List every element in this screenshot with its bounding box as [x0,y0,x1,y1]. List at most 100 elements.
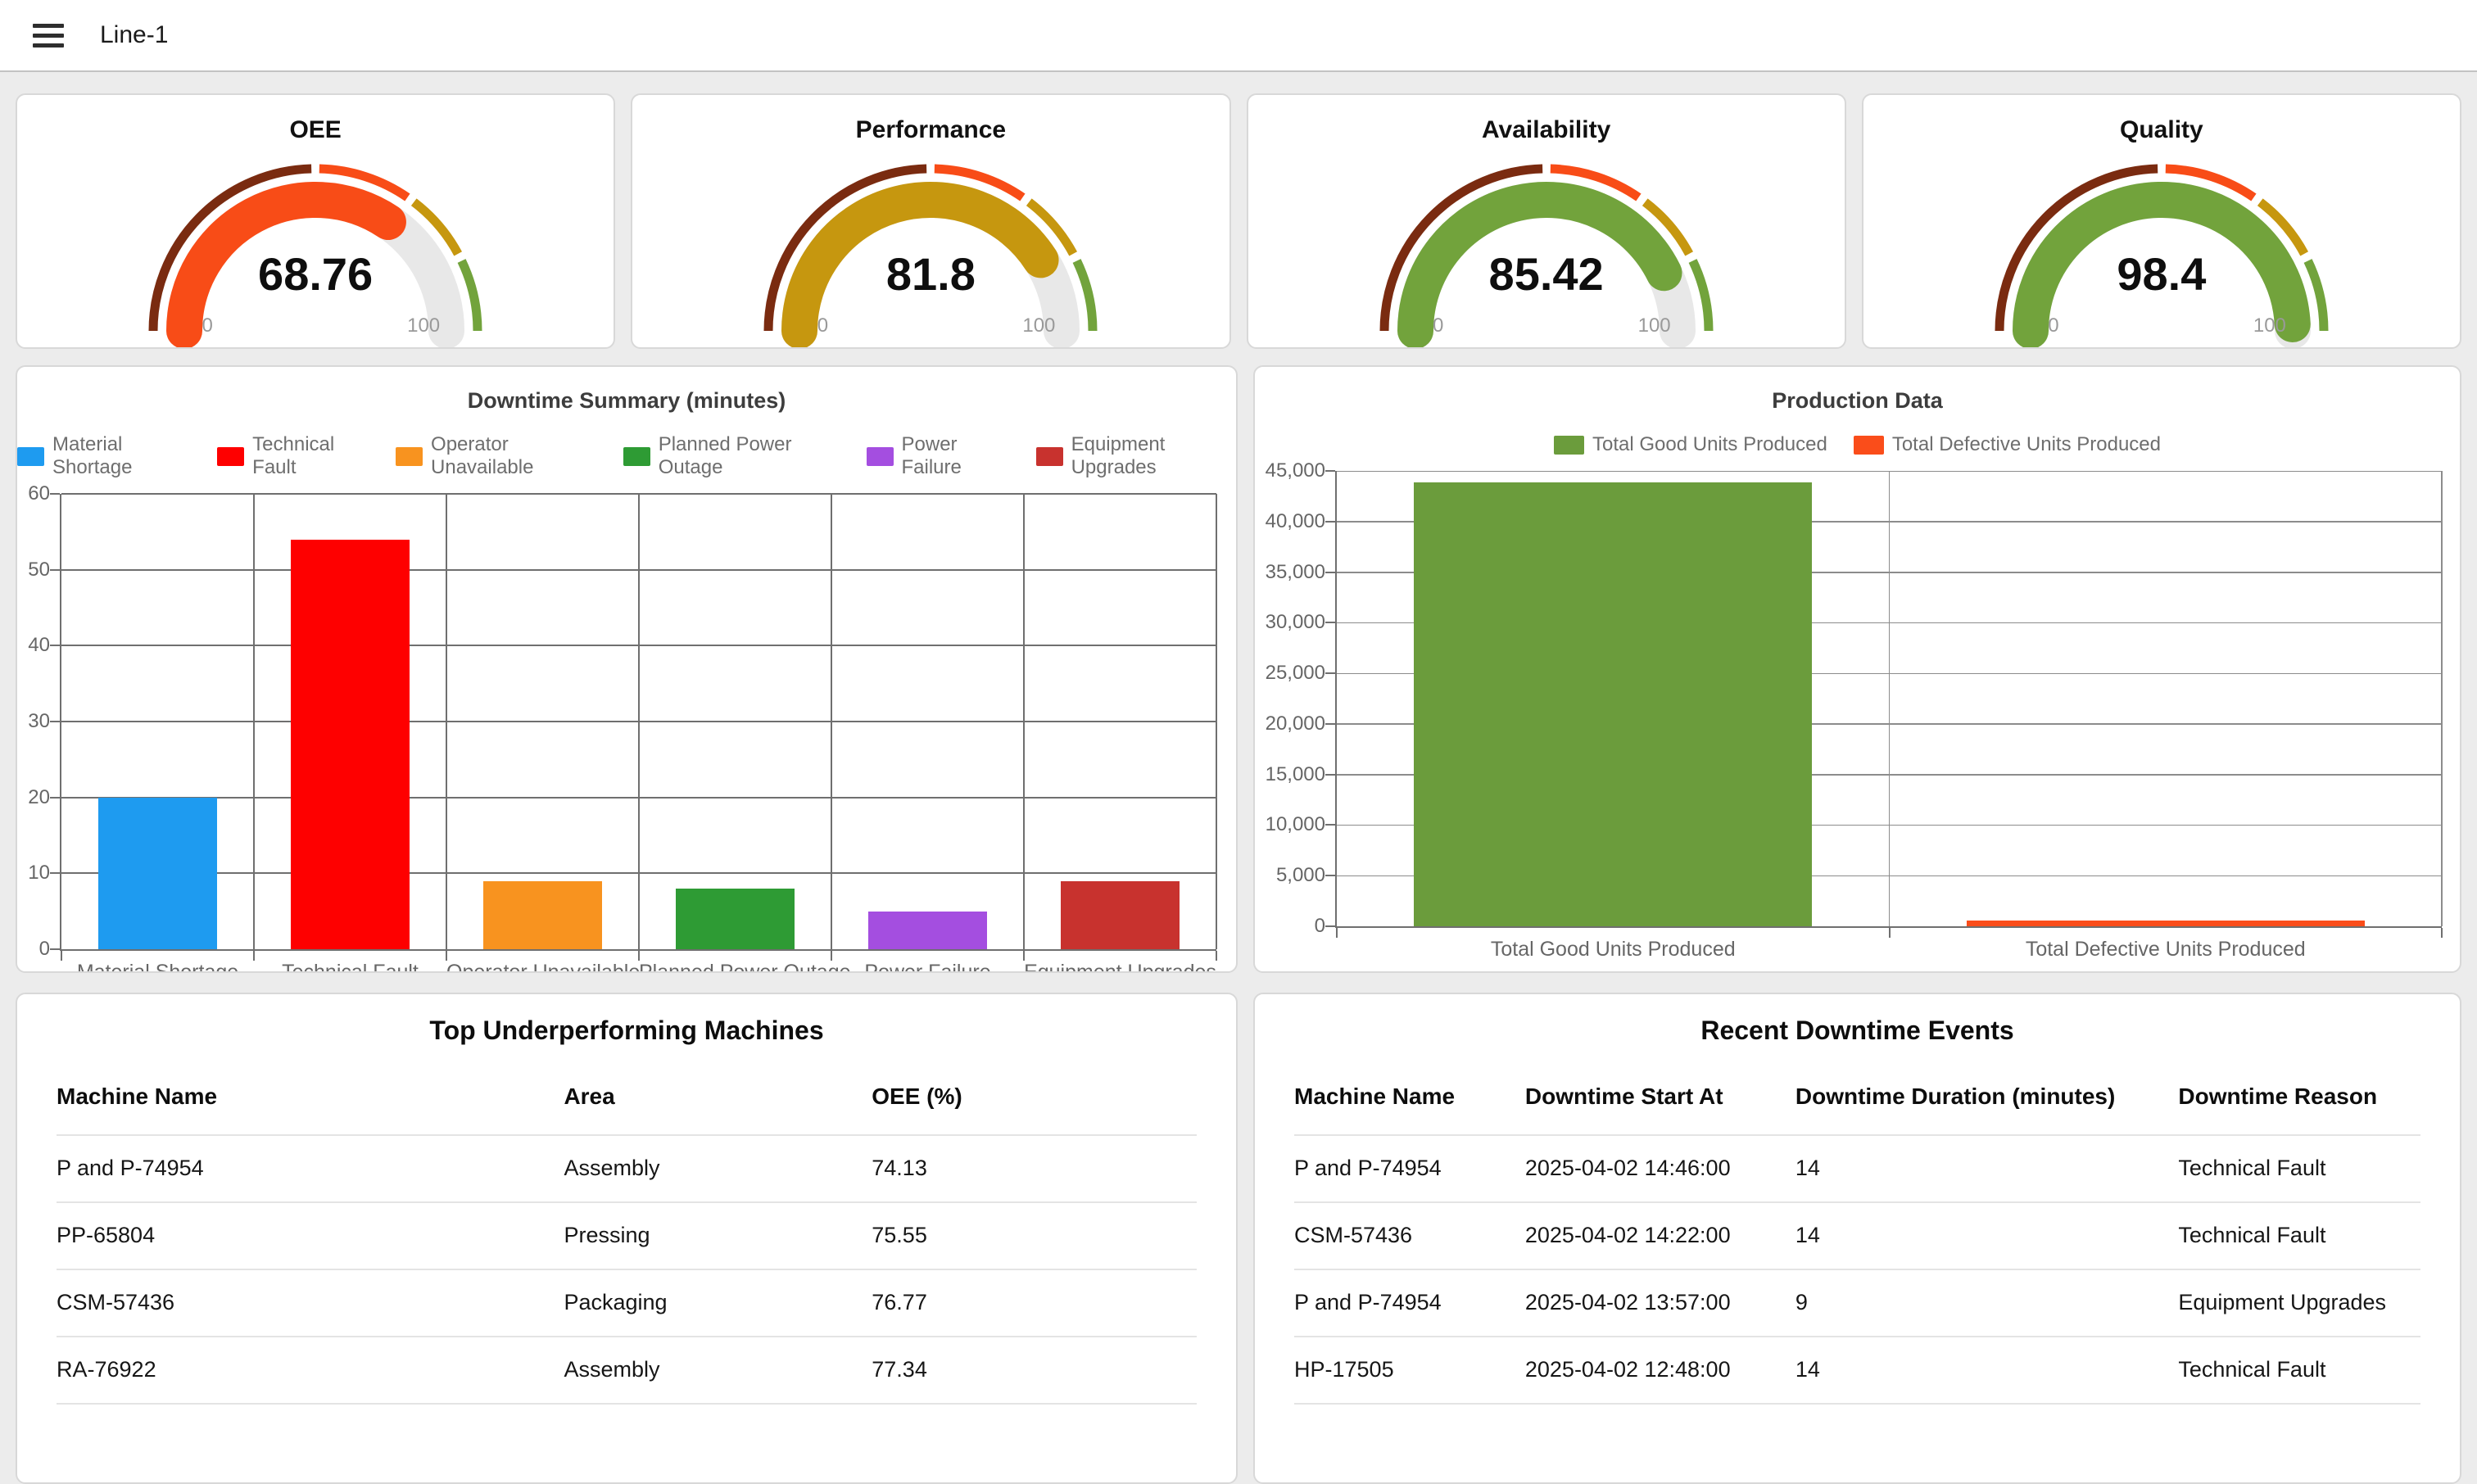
bar-total-defective-units-produced[interactable] [1967,921,2365,926]
column-header: OEE (%) [872,1056,1197,1135]
grid-line-vertical [1023,494,1025,949]
table-cell: 76.77 [872,1269,1197,1337]
table-cell: 14 [1795,1135,2179,1202]
y-axis-label: 45,000 [1266,460,1325,482]
legend-label: Operator Unavailable [431,433,597,479]
legend-item[interactable]: Operator Unavailable [396,433,597,479]
y-axis-label: 50 [28,559,50,581]
legend-item[interactable]: Equipment Upgrades [1036,433,1236,479]
legend-item[interactable]: Planned Power Outage [623,433,840,479]
y-axis-tick [1325,572,1335,573]
legend-swatch [396,447,423,466]
grid-line-vertical [2441,471,2443,926]
x-axis-tick [1023,951,1025,961]
column-header: Downtime Reason [2178,1056,2420,1135]
bar-material-shortage[interactable] [98,798,218,949]
y-axis-tick [1325,470,1335,472]
table-header-row: Machine NameAreaOEE (%) [57,1056,1197,1135]
y-axis-tick [50,948,60,950]
x-axis-tick [253,951,255,961]
bar-total-good-units-produced[interactable] [1414,482,1812,926]
table-cell: HP-17505 [1294,1337,1525,1404]
top-bar: Line-1 [0,0,2477,72]
x-axis-label: Technical Fault [254,961,446,973]
y-axis-tick [1325,521,1335,523]
x-axis-label: Material Shortage [61,961,254,973]
legend-label: Material Shortage [52,433,191,479]
legend-swatch [1854,436,1884,455]
legend-item[interactable]: Technical Fault [217,433,369,479]
gauge: 85.42 0 100 [1366,151,1727,336]
gauge-title: OEE [289,116,341,144]
gauge-arc-svg [750,151,1111,336]
table-row: HP-175052025-04-02 12:48:0014Technical F… [1294,1337,2420,1404]
x-axis-label: Equipment Upgrades [1024,961,1216,973]
legend-swatch [217,447,244,466]
y-axis-label: 35,000 [1266,562,1325,583]
production-data-plot-area: 05,00010,00015,00020,00025,00030,00035,0… [1335,471,2442,928]
legend-swatch [17,447,44,466]
dashboard-page: OEE 68.76 0 100 Performance 81.8 0 100 A… [0,93,2477,1484]
table-cell: RA-76922 [57,1337,564,1404]
table-cell: P and P-74954 [1294,1135,1525,1202]
grid-line-vertical [1216,494,1217,949]
bar-planned-power-outage[interactable] [676,889,795,949]
table-title: Top Underperforming Machines [17,1016,1236,1046]
y-axis-tick [50,493,60,495]
x-axis-tick [638,951,640,961]
column-header: Downtime Duration (minutes) [1795,1056,2179,1135]
table-cell: CSM-57436 [57,1269,564,1337]
y-axis-tick [1325,875,1335,876]
table-cell: 2025-04-02 12:48:00 [1525,1337,1795,1404]
table-cell: PP-65804 [57,1202,564,1269]
y-axis-tick [1325,925,1335,927]
gauge-value: 98.4 [1981,247,2342,301]
column-header: Machine Name [57,1056,564,1135]
gauge-min-label: 0 [183,314,232,337]
bar-power-failure[interactable] [868,912,988,949]
legend-label: Total Defective Units Produced [1892,433,2161,456]
table-cards-row: Top Underperforming Machines Machine Nam… [16,993,2461,1484]
legend-item[interactable]: Power Failure [867,433,1010,479]
y-axis-label: 0 [1315,916,1325,937]
legend-swatch [1554,436,1584,455]
legend-label: Power Failure [902,433,1010,479]
bar-operator-unavailable[interactable] [483,881,603,949]
hamburger-menu-icon[interactable] [33,24,64,48]
x-axis-tick [1216,951,1217,961]
gauge: 81.8 0 100 [750,151,1111,336]
x-axis-label: Total Good Units Produced [1337,938,1890,961]
legend-item[interactable]: Total Defective Units Produced [1854,433,2161,456]
legend-item[interactable]: Material Shortage [17,433,191,479]
table-row: P and P-749542025-04-02 13:57:009Equipme… [1294,1269,2420,1337]
chart-legend: Total Good Units Produced Total Defective… [1255,433,2460,456]
legend-label: Planned Power Outage [659,433,840,479]
gauge-min-label: 0 [1414,314,1463,337]
table-cell: 14 [1795,1337,2179,1404]
gauge: 98.4 0 100 [1981,151,2342,336]
table-title: Recent Downtime Events [1255,1016,2460,1046]
bar-equipment-upgrades[interactable] [1061,881,1180,949]
production-data-chart-card: Production Data Total Good Units Produce… [1253,365,2461,973]
chart-cards-row: Downtime Summary (minutes) Material Shor… [16,365,2461,973]
chart-legend: Material Shortage Technical Fault Operator… [17,433,1236,479]
table-cell: 2025-04-02 14:22:00 [1525,1202,1795,1269]
table-cell: 14 [1795,1202,2179,1269]
gauge-min-label: 0 [798,314,847,337]
legend-swatch [1036,447,1063,466]
table-cell: 74.13 [872,1135,1197,1202]
grid-line-vertical [638,494,640,949]
gauge-arc-svg [1366,151,1727,336]
downtime-events-table: Machine NameDowntime Start AtDowntime Du… [1294,1056,2420,1405]
bar-technical-fault[interactable] [291,540,410,949]
underperforming-machines-table: Machine NameAreaOEE (%) P and P-74954Ass… [57,1056,1197,1405]
gauge-title: Performance [856,116,1006,144]
legend-item[interactable]: Total Good Units Produced [1554,433,1827,456]
y-axis-label: 30 [28,711,50,732]
gauge-min-label: 0 [2029,314,2078,337]
y-axis-tick [1325,774,1335,776]
grid-line-vertical [1889,471,1891,926]
table-row: RA-76922Assembly77.34 [57,1337,1197,1404]
table-cell: Technical Fault [2178,1337,2420,1404]
table-row: P and P-74954Assembly74.13 [57,1135,1197,1202]
